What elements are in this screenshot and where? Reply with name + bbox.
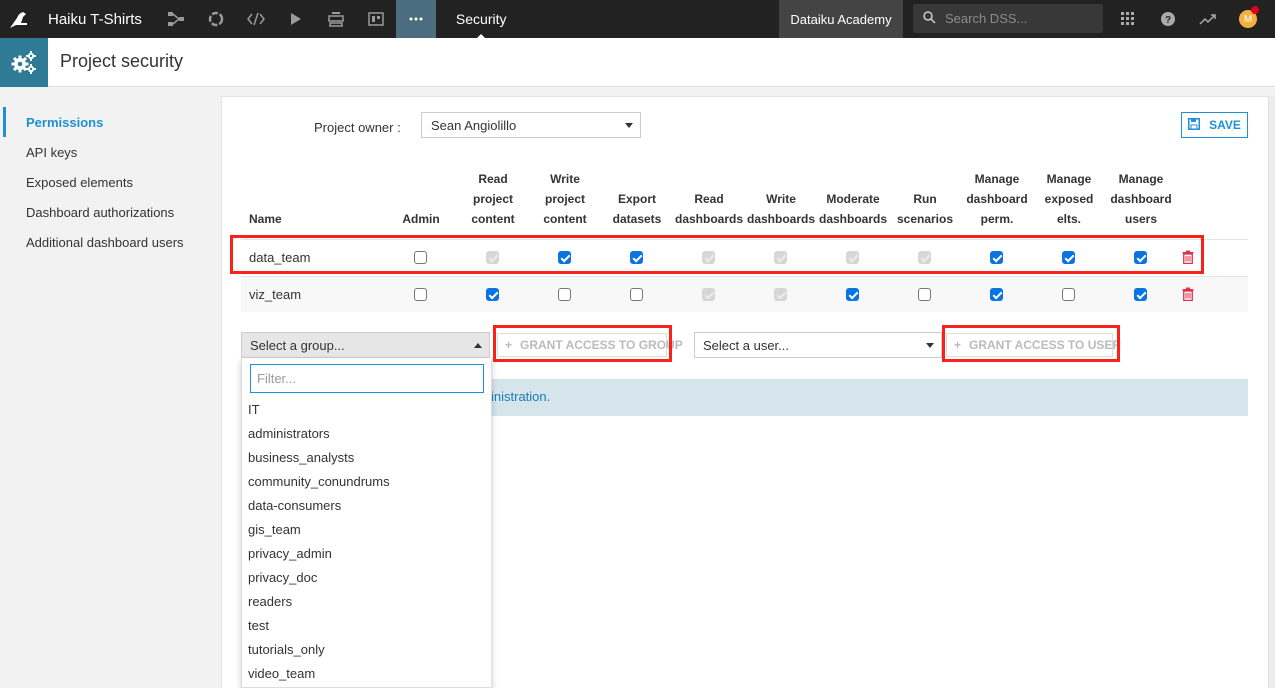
caret-down-icon bbox=[625, 123, 633, 128]
table-row: viz_team bbox=[241, 276, 1248, 312]
activity-trend-icon[interactable] bbox=[1193, 0, 1223, 38]
sidebar-item-exposed-elements[interactable]: Exposed elements bbox=[0, 167, 220, 197]
page-title: Project security bbox=[60, 51, 184, 71]
column-header: Read dashboards bbox=[674, 192, 743, 226]
group-option[interactable]: administrators bbox=[242, 422, 491, 446]
save-label: SAVE bbox=[1209, 118, 1241, 132]
dataiku-academy-link[interactable]: Dataiku Academy bbox=[779, 0, 903, 38]
column-header: Name bbox=[249, 212, 282, 226]
administration-link[interactable]: inistration. bbox=[491, 389, 550, 404]
caret-down-icon bbox=[926, 343, 934, 348]
column-header: Manage dashboard users bbox=[1110, 172, 1172, 226]
flow-icon[interactable] bbox=[156, 0, 196, 38]
column-header: Read project content bbox=[471, 172, 515, 226]
group-option[interactable]: gis_team bbox=[242, 518, 491, 542]
sidebar-item-permissions[interactable]: Permissions bbox=[0, 107, 220, 137]
group-option[interactable]: community_conundrums bbox=[242, 470, 491, 494]
page-header: Project security bbox=[0, 38, 1275, 87]
more-icon[interactable] bbox=[395, 0, 436, 38]
help-icon[interactable]: ? bbox=[1153, 0, 1183, 38]
gears-icon bbox=[0, 38, 48, 87]
group-option[interactable]: readers bbox=[242, 590, 491, 614]
security-sidebar: Permissions API keys Exposed elements Da… bbox=[0, 107, 220, 257]
group-option[interactable]: data-consumers bbox=[242, 494, 491, 518]
group-option[interactable]: video_team bbox=[242, 662, 491, 686]
group-select-placeholder: Select a group... bbox=[250, 337, 345, 353]
column-header: Export datasets bbox=[612, 192, 662, 226]
column-header: Run scenarios bbox=[896, 192, 954, 226]
highlight-box-grant-user bbox=[942, 325, 1120, 362]
permission-checkbox[interactable] bbox=[1134, 288, 1147, 301]
column-header: Moderate dashboards bbox=[818, 192, 887, 226]
user-select[interactable]: Select a user... bbox=[694, 332, 942, 358]
lab-icon[interactable] bbox=[196, 0, 236, 38]
group-options-list: IT administrators business_analysts communi… bbox=[242, 398, 491, 686]
group-option[interactable]: IT bbox=[242, 398, 491, 422]
permission-checkbox[interactable] bbox=[558, 288, 571, 301]
permission-checkbox[interactable] bbox=[918, 288, 931, 301]
code-icon[interactable] bbox=[236, 0, 276, 38]
current-section-title: Security bbox=[456, 0, 507, 38]
sidebar-item-dashboard-authorizations[interactable]: Dashboard authorizations bbox=[0, 197, 220, 227]
column-header: Manage dashboard perm. bbox=[966, 172, 1028, 226]
project-name[interactable]: Haiku T-Shirts bbox=[48, 11, 142, 28]
highlight-box-grant-group bbox=[493, 325, 672, 362]
dataiku-logo-icon[interactable] bbox=[0, 0, 38, 38]
page-scrollbar[interactable] bbox=[1268, 96, 1275, 688]
run-icon[interactable] bbox=[276, 0, 316, 38]
dashboard-icon[interactable] bbox=[356, 0, 396, 38]
permission-checkbox[interactable] bbox=[486, 288, 499, 301]
column-header: Write project content bbox=[543, 172, 587, 226]
group-select[interactable]: Select a group... bbox=[241, 332, 490, 358]
permission-checkbox bbox=[702, 288, 715, 301]
group-dropdown-menu: ITadministratorsbusiness_analystscommuni… bbox=[241, 358, 492, 688]
column-header: Admin bbox=[402, 212, 440, 226]
search-placeholder: Search DSS... bbox=[945, 11, 1028, 26]
sidebar-item-additional-dashboard-users[interactable]: Additional dashboard users bbox=[0, 227, 220, 257]
permission-checkbox[interactable] bbox=[1062, 288, 1075, 301]
group-option[interactable]: privacy_doc bbox=[242, 566, 491, 590]
group-option[interactable]: business_analysts bbox=[242, 446, 491, 470]
apps-grid-icon[interactable] bbox=[1113, 0, 1143, 38]
search-icon bbox=[923, 10, 936, 27]
deploy-icon[interactable] bbox=[316, 0, 356, 38]
group-option[interactable]: tutorials_only bbox=[242, 638, 491, 662]
group-name: viz_team bbox=[249, 287, 302, 302]
svg-text:?: ? bbox=[1165, 15, 1171, 26]
top-navbar: Haiku T-Shirts Security Dataiku Academy … bbox=[0, 0, 1275, 38]
save-button[interactable]: SAVE bbox=[1181, 112, 1248, 138]
highlight-box-data-team-row bbox=[230, 235, 1204, 274]
project-owner-label: Project owner : bbox=[314, 120, 401, 135]
permission-checkbox[interactable] bbox=[846, 288, 859, 301]
floppy-disk-icon bbox=[1188, 117, 1201, 133]
search-box[interactable]: Search DSS... bbox=[913, 4, 1103, 33]
column-header: Write dashboards bbox=[746, 192, 815, 226]
sidebar-item-api-keys[interactable]: API keys bbox=[0, 137, 220, 167]
group-option[interactable]: test bbox=[242, 614, 491, 638]
notification-badge bbox=[1251, 6, 1259, 14]
permission-checkbox[interactable] bbox=[990, 288, 1003, 301]
permission-checkbox[interactable] bbox=[630, 288, 643, 301]
project-owner-value: Sean Angiolillo bbox=[431, 117, 517, 133]
user-select-placeholder: Select a user... bbox=[703, 337, 789, 353]
permission-checkbox[interactable] bbox=[414, 288, 427, 301]
group-option[interactable]: privacy_admin bbox=[242, 542, 491, 566]
project-owner-select[interactable]: Sean Angiolillo bbox=[421, 112, 641, 138]
delete-trash-icon[interactable] bbox=[1182, 287, 1194, 302]
column-header: Manage exposed elts. bbox=[1044, 172, 1094, 226]
permission-checkbox bbox=[774, 288, 787, 301]
group-filter-input[interactable] bbox=[250, 364, 484, 393]
caret-up-icon bbox=[474, 343, 482, 348]
